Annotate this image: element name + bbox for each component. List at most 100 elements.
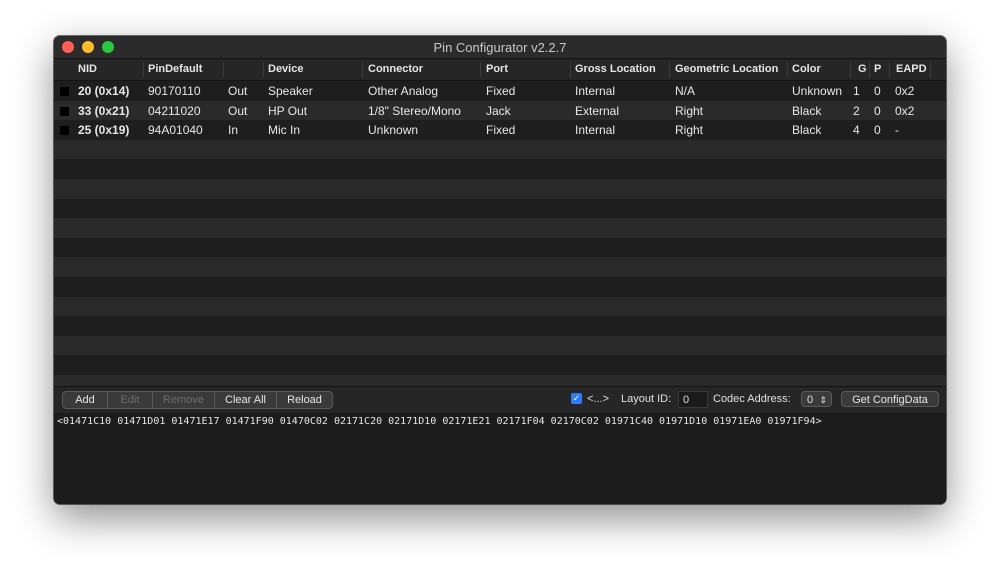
cell-connector: Other Analog [368, 84, 439, 98]
cell-nid: 25 (0x19) [78, 123, 130, 138]
column-header-geometric-location[interactable]: Geometric Location [675, 63, 778, 75]
cell-g: 1 [853, 84, 860, 98]
cell-color: Unknown [792, 84, 843, 98]
layout-id-label: Layout ID: [621, 393, 672, 405]
codec-address-value: 0 [807, 394, 814, 406]
cell-geometric-location: N/A [675, 84, 696, 98]
cell-eapd: 0x2 [895, 103, 915, 118]
cell-gross-location: External [575, 103, 620, 118]
codec-address-select[interactable]: 0 ⇕ [801, 391, 832, 407]
cell-color: Black [792, 123, 822, 138]
cell-gross-location: Internal [575, 84, 616, 98]
empty-row [54, 335, 946, 356]
column-separator [787, 62, 788, 77]
bottom-toolbar: Add Edit Remove Clear All Reload ✓ <...>… [54, 386, 946, 413]
layout-id-input[interactable]: 0 [678, 391, 708, 408]
cell-gross-location: Internal [575, 123, 616, 138]
empty-row [54, 159, 946, 179]
empty-row [54, 237, 946, 258]
cell-pindefault: 94A01040 [148, 123, 203, 138]
column-header-device[interactable]: Device [268, 63, 303, 75]
cell-p: 0 [874, 103, 881, 118]
remove-button[interactable]: Remove [153, 392, 215, 408]
empty-row [54, 198, 946, 219]
column-separator [930, 62, 931, 77]
color-swatch [60, 126, 69, 136]
add-button[interactable]: Add [63, 392, 108, 408]
angle-brackets-label: <...> [587, 393, 610, 405]
empty-row [54, 355, 946, 375]
empty-row [54, 139, 946, 160]
column-separator [143, 62, 144, 77]
column-header-p[interactable]: P [874, 63, 881, 75]
empty-row [54, 316, 946, 336]
cell-direction: Out [228, 103, 248, 118]
column-header-color[interactable]: Color [792, 63, 821, 75]
cell-port: Jack [486, 103, 511, 118]
column-header-port[interactable]: Port [486, 63, 508, 75]
cell-port: Fixed [486, 84, 516, 98]
column-header-pindefault[interactable]: PinDefault [148, 63, 202, 75]
get-configdata-button[interactable]: Get ConfigData [841, 391, 939, 407]
column-header-g[interactable]: G [858, 63, 867, 75]
cell-eapd: - [895, 123, 899, 138]
cell-device: Speaker [268, 84, 313, 98]
config-output-area[interactable]: <01471C10 01471D01 01471E17 01471F90 014… [54, 413, 946, 504]
reload-button[interactable]: Reload [277, 392, 332, 408]
table-row[interactable]: 33 (0x21) 04211020 Out HP Out 1/8" Stere… [54, 100, 946, 121]
empty-row [54, 178, 946, 199]
empty-row [54, 374, 946, 386]
column-separator [263, 62, 264, 77]
config-output-text: <01471C10 01471D01 01471E17 01471F90 014… [57, 416, 822, 427]
cell-geometric-location: Right [675, 123, 704, 138]
pin-table[interactable]: NID PinDefault Device Connector Port Gro… [54, 59, 946, 386]
empty-row [54, 257, 946, 277]
angle-brackets-checkbox[interactable]: ✓ [571, 393, 582, 404]
column-separator [669, 62, 670, 77]
clear-all-button[interactable]: Clear All [215, 392, 277, 408]
cell-g: 4 [853, 123, 860, 138]
column-separator [889, 62, 890, 77]
column-separator [869, 62, 870, 77]
cell-nid: 20 (0x14) [78, 84, 130, 98]
column-separator [362, 62, 363, 77]
window-title: Pin Configurator v2.2.7 [433, 40, 567, 55]
edit-button[interactable]: Edit [108, 392, 153, 408]
cell-device: Mic In [268, 123, 301, 138]
cell-p: 0 [874, 84, 881, 98]
cell-color: Black [792, 103, 822, 118]
column-separator [850, 62, 851, 77]
chevron-updown-icon: ⇕ [819, 395, 827, 405]
cell-connector: 1/8" Stereo/Mono [368, 103, 461, 118]
cell-eapd: 0x2 [895, 84, 915, 98]
column-header-connector[interactable]: Connector [368, 63, 423, 75]
table-row[interactable]: 25 (0x19) 94A01040 In Mic In Unknown Fix… [54, 120, 946, 140]
cell-device: HP Out [268, 103, 308, 118]
table-header: NID PinDefault Device Connector Port Gro… [54, 59, 946, 81]
action-button-group: Add Edit Remove Clear All Reload [62, 391, 333, 409]
color-swatch [60, 87, 69, 96]
cell-port: Fixed [486, 123, 516, 138]
cell-p: 0 [874, 123, 881, 138]
cell-connector: Unknown [368, 123, 419, 138]
title-bar[interactable]: Pin Configurator v2.2.7 [54, 36, 946, 59]
cell-direction: In [228, 123, 239, 138]
column-separator [480, 62, 481, 77]
empty-row [54, 218, 946, 238]
empty-row [54, 276, 946, 297]
column-separator [570, 62, 571, 77]
column-separator [223, 62, 224, 77]
cell-pindefault: 04211020 [148, 103, 201, 118]
column-header-nid[interactable]: NID [78, 63, 97, 75]
cell-nid: 33 (0x21) [78, 103, 130, 118]
column-header-gross-location[interactable]: Gross Location [575, 63, 656, 75]
cell-g: 2 [853, 103, 860, 118]
column-header-eapd[interactable]: EAPD [896, 63, 927, 75]
color-swatch [60, 106, 69, 116]
pin-configurator-window: Pin Configurator v2.2.7 NID PinDefault D… [54, 36, 946, 504]
table-row[interactable]: 20 (0x14) 90170110 Out Speaker Other Ana… [54, 81, 946, 101]
cell-direction: Out [228, 84, 248, 98]
cell-pindefault: 90170110 [148, 84, 201, 98]
empty-row [54, 296, 946, 317]
cell-geometric-location: Right [675, 103, 704, 118]
